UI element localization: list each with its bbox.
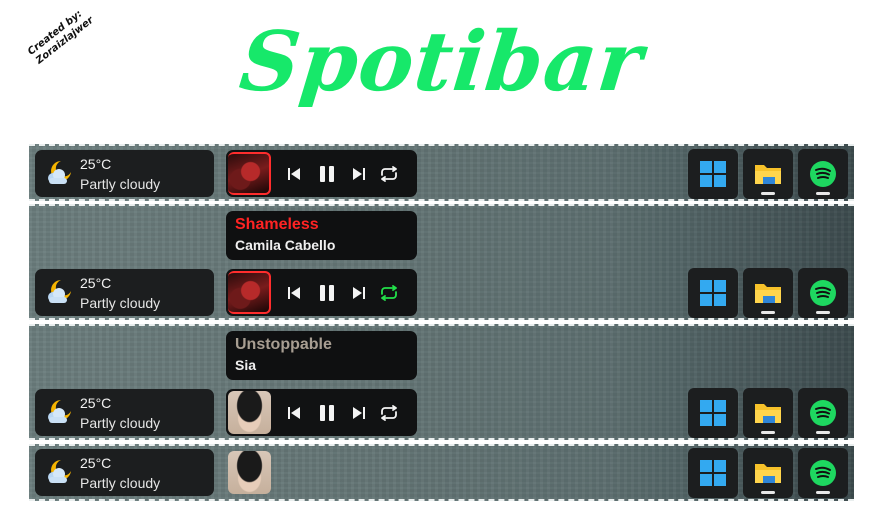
- pause-button[interactable]: [314, 389, 340, 436]
- running-indicator: [816, 491, 830, 494]
- spotify-icon: [810, 400, 836, 426]
- weather-condition: Partly cloudy: [80, 475, 161, 491]
- previous-track-button[interactable]: [281, 269, 307, 316]
- file-explorer-button[interactable]: [743, 388, 793, 438]
- running-indicator: [761, 192, 775, 195]
- weather-temperature: 25°C: [80, 455, 112, 471]
- camila-album-art[interactable]: [228, 271, 271, 314]
- weather-condition: Partly cloudy: [80, 176, 161, 192]
- folder-icon: [755, 404, 781, 423]
- partly-cloudy-night-icon: [48, 400, 71, 423]
- partly-cloudy-night-icon: [48, 460, 71, 483]
- weather-widget[interactable]: 25°C Partly cloudy: [35, 449, 214, 496]
- running-indicator: [816, 311, 830, 314]
- repeat-button-active[interactable]: [376, 269, 402, 316]
- spotify-button[interactable]: [798, 448, 848, 498]
- pause-icon: [320, 284, 334, 301]
- file-explorer-button[interactable]: [743, 448, 793, 498]
- weather-condition: Partly cloudy: [80, 295, 161, 311]
- pause-button[interactable]: [314, 150, 340, 197]
- weather-widget[interactable]: 25°C Partly cloudy: [35, 389, 214, 436]
- next-icon: [353, 167, 365, 180]
- windows-start-button[interactable]: [688, 388, 738, 438]
- previous-track-button[interactable]: [281, 150, 307, 197]
- spotify-icon: [810, 161, 836, 187]
- song-artist: Sia: [235, 357, 257, 373]
- now-playing-card: Shameless Camila Cabello: [226, 211, 417, 260]
- sia-album-art[interactable]: [228, 391, 271, 434]
- spotify-icon: [810, 280, 836, 306]
- previous-icon: [288, 286, 300, 299]
- repeat-icon: [381, 165, 397, 182]
- repeat-button[interactable]: [376, 150, 402, 197]
- windows-logo-icon: [700, 161, 726, 187]
- media-player-collapsed: [226, 449, 275, 496]
- windows-logo-icon: [700, 400, 726, 426]
- taskbar-variant-2: Shameless Camila Cabello 25°C Partly clo…: [29, 204, 854, 320]
- windows-start-button[interactable]: [688, 149, 738, 199]
- now-playing-card: Unstoppable Sia: [226, 331, 417, 380]
- running-indicator: [761, 431, 775, 434]
- windows-logo-icon: [700, 460, 726, 486]
- song-artist: Camila Cabello: [235, 237, 336, 253]
- weather-temperature: 25°C: [80, 275, 112, 291]
- folder-icon: [755, 284, 781, 303]
- weather-temperature: 25°C: [80, 156, 112, 172]
- partly-cloudy-night-icon: [48, 161, 71, 184]
- previous-icon: [288, 406, 300, 419]
- running-indicator: [761, 311, 775, 314]
- pause-button[interactable]: [314, 269, 340, 316]
- windows-start-button[interactable]: [688, 448, 738, 498]
- weather-widget[interactable]: 25°C Partly cloudy: [35, 269, 214, 316]
- sia-album-art[interactable]: [228, 451, 271, 494]
- weather-widget[interactable]: 25°C Partly cloudy: [35, 150, 214, 197]
- running-indicator: [761, 491, 775, 494]
- app-title: Spotibar: [235, 14, 648, 110]
- partly-cloudy-night-icon: [48, 280, 71, 303]
- media-player: [226, 150, 417, 197]
- next-track-button[interactable]: [346, 389, 372, 436]
- pause-icon: [320, 165, 334, 182]
- next-track-button[interactable]: [346, 150, 372, 197]
- media-player: [226, 269, 417, 316]
- next-icon: [353, 286, 365, 299]
- taskbar-variant-3: Unstoppable Sia 25°C Partly cloudy: [29, 324, 854, 440]
- previous-track-button[interactable]: [281, 389, 307, 436]
- next-icon: [353, 406, 365, 419]
- taskbar-variant-1: 25°C Partly cloudy: [29, 144, 854, 201]
- spotify-button[interactable]: [798, 268, 848, 318]
- folder-icon: [755, 165, 781, 184]
- folder-icon: [755, 464, 781, 483]
- windows-start-button[interactable]: [688, 268, 738, 318]
- repeat-button[interactable]: [376, 389, 402, 436]
- spotify-button[interactable]: [798, 149, 848, 199]
- running-indicator: [816, 192, 830, 195]
- weather-temperature: 25°C: [80, 395, 112, 411]
- camila-album-art[interactable]: [228, 152, 271, 195]
- song-title: Unstoppable: [235, 336, 332, 353]
- taskbar-variant-4: 25°C Partly cloudy: [29, 444, 854, 501]
- previous-icon: [288, 167, 300, 180]
- spotify-icon: [810, 460, 836, 486]
- windows-logo-icon: [700, 280, 726, 306]
- media-player: [226, 389, 417, 436]
- song-title: Shameless: [235, 216, 319, 233]
- file-explorer-button[interactable]: [743, 268, 793, 318]
- spotify-button[interactable]: [798, 388, 848, 438]
- next-track-button[interactable]: [346, 269, 372, 316]
- running-indicator: [816, 431, 830, 434]
- repeat-active-icon: [381, 284, 397, 301]
- pause-icon: [320, 404, 334, 421]
- repeat-icon: [381, 404, 397, 421]
- file-explorer-button[interactable]: [743, 149, 793, 199]
- weather-condition: Partly cloudy: [80, 415, 161, 431]
